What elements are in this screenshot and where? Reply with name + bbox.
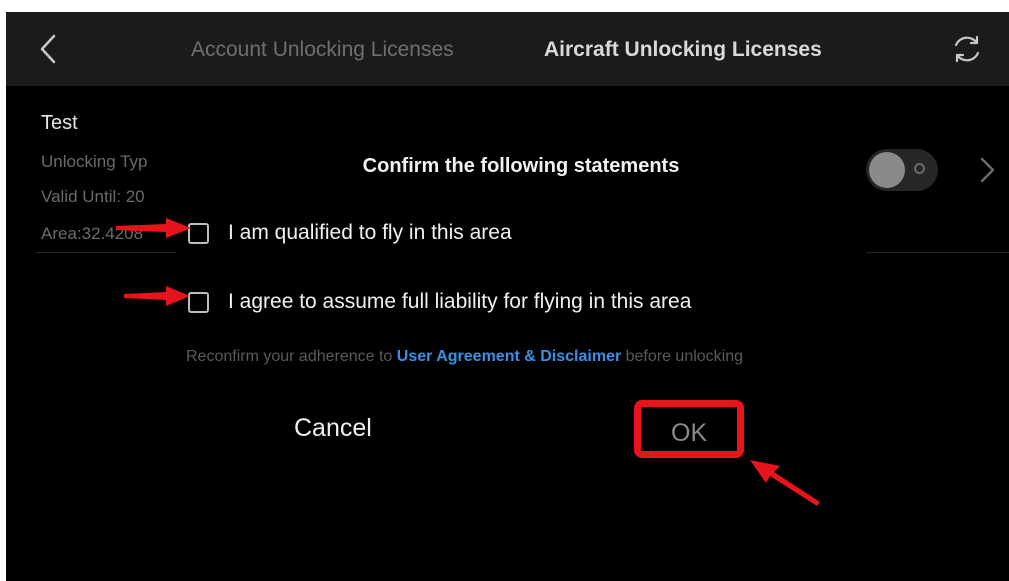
annotation-arrow-icon (750, 460, 820, 506)
toggle-off-indicator (914, 163, 925, 174)
refresh-icon[interactable] (950, 32, 984, 66)
reconfirm-prefix: Reconfirm your adherence to (186, 348, 397, 365)
annotation-arrow-icon (124, 286, 190, 306)
statement-liability-label: I agree to assume full liability for fly… (228, 290, 692, 313)
annotation-arrow-icon (116, 218, 191, 238)
dialog-title: Confirm the following statements (362, 155, 680, 177)
app-screen: Account Unlocking Licenses Aircraft Unlo… (6, 12, 1009, 581)
reconfirm-suffix: before unlocking (621, 348, 744, 365)
chevron-left-icon[interactable] (34, 30, 64, 68)
license-valid-until: Valid Until: 20 (41, 187, 145, 206)
tab-aircraft-unlocking-licenses[interactable]: Aircraft Unlocking Licenses (544, 38, 822, 62)
statement-qualified-label: I am qualified to fly in this area (228, 221, 512, 244)
checkbox-liability[interactable] (188, 292, 209, 313)
chevron-right-icon[interactable] (976, 154, 998, 186)
license-title: Test (41, 112, 78, 134)
license-enable-toggle[interactable] (866, 149, 938, 191)
cancel-button[interactable]: Cancel (294, 414, 372, 443)
annotation-highlight-box (634, 400, 744, 458)
toggle-knob (869, 152, 905, 188)
checkbox-qualified[interactable] (188, 223, 209, 244)
user-agreement-link[interactable]: User Agreement & Disclaimer (397, 348, 621, 365)
reconfirm-text: Reconfirm your adherence to User Agreeme… (186, 348, 743, 366)
license-type: Unlocking Typ (41, 152, 148, 171)
confirm-dialog: Confirm the following statements I am qu… (176, 142, 866, 502)
tab-account-unlocking-licenses[interactable]: Account Unlocking Licenses (191, 38, 454, 62)
top-bar: Account Unlocking Licenses Aircraft Unlo… (6, 12, 1009, 86)
